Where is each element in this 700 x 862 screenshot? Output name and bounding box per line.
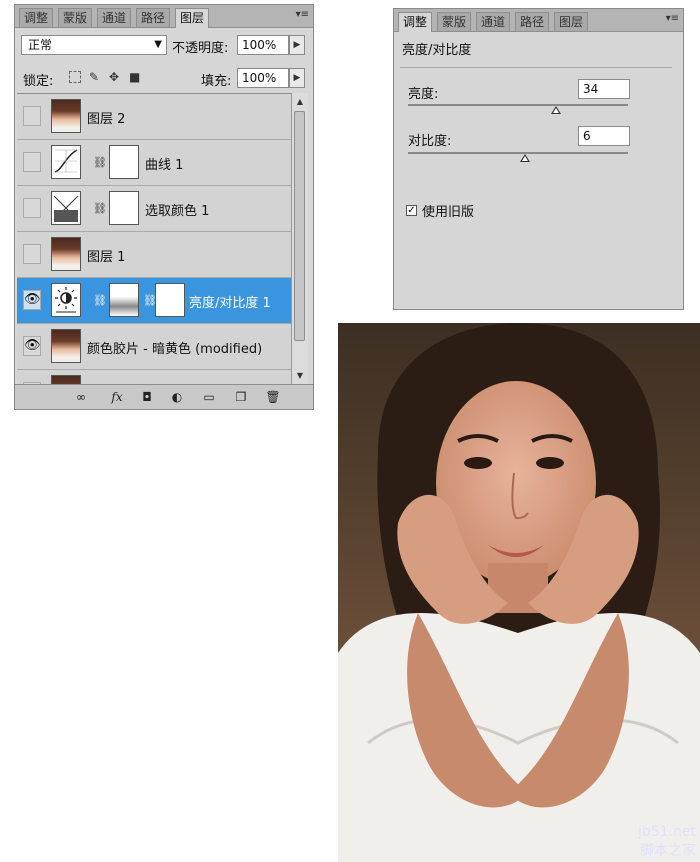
blend-mode-value: 正常 [28, 38, 53, 52]
layers-scrollbar[interactable]: ▲ ▼ [291, 93, 308, 385]
fill-label: 填充: [201, 74, 232, 89]
opacity-input[interactable]: 100% [237, 35, 289, 55]
chain-link-icon[interactable]: ⛓ [93, 202, 107, 215]
layers-tab-bar: 调整 蒙版 通道 路径 图层 ▾≡ [15, 5, 313, 28]
brightness-input[interactable]: 34 [578, 79, 630, 99]
fill-arrow-button[interactable]: ▶ [289, 68, 305, 88]
fill-input[interactable]: 100% [237, 68, 289, 88]
legacy-checkbox[interactable]: ✓ [406, 205, 417, 216]
layer-row[interactable]: 👁 颜色胶片 - 暗黄色 (modified) [17, 324, 291, 370]
lock-transparent-icon[interactable] [69, 71, 81, 83]
scroll-down-icon[interactable]: ▼ [292, 369, 308, 383]
contrast-slider[interactable] [408, 152, 628, 154]
portrait-illustration [338, 323, 700, 862]
panel-menu-icon[interactable]: ▾≡ [666, 13, 679, 24]
layers-panel: 调整 蒙版 通道 路径 图层 ▾≡ 正常 ▼ 不透明度: 100% ▶ 锁定: … [14, 4, 314, 410]
contrast-input[interactable]: 6 [578, 126, 630, 146]
brightness-icon [51, 283, 81, 317]
selective-color-icon [51, 191, 81, 225]
tab-layers[interactable]: 图层 [175, 8, 210, 28]
layer-row[interactable]: ⛓ 曲线 1 [17, 140, 291, 186]
layer-thumbnail [51, 329, 81, 363]
layer-mask-thumbnail [109, 145, 139, 179]
layer-name: 图层 1 [87, 250, 126, 265]
layers-bottom-toolbar: ∞ fx ◘ ◐ ▭ ❐ 🗑 [15, 384, 313, 409]
chain-link-icon[interactable]: ⛓ [93, 156, 107, 169]
lock-pixels-icon[interactable]: ✎ [89, 71, 101, 83]
scroll-thumb[interactable] [294, 111, 305, 341]
tab-layers[interactable]: 图层 [554, 12, 589, 31]
adjustment-title: 亮度/对比度 [402, 43, 472, 58]
eye-icon[interactable]: 👁 [23, 336, 41, 356]
visibility-toggle[interactable] [23, 152, 41, 172]
brightness-slider-thumb[interactable] [551, 106, 561, 114]
layer-name: 颜色胶片 - 暗黄色 (modified) [87, 342, 263, 357]
blend-mode-select[interactable]: 正常 ▼ [21, 35, 167, 55]
chevron-down-icon: ▼ [154, 39, 162, 50]
layers-list: 图层 2 ⛓ 曲线 1 ⛓ 选取颜色 1 图层 1 👁 ⛓ ⛓ 亮度/对比度 1… [17, 93, 291, 386]
lock-position-icon[interactable]: ✥ [109, 71, 121, 83]
add-mask-icon[interactable]: ◘ [139, 389, 155, 405]
brightness-slider[interactable] [408, 104, 628, 106]
tab-paths[interactable]: 路径 [515, 12, 550, 31]
eye-icon[interactable]: 👁 [23, 290, 41, 310]
new-layer-icon[interactable]: ❐ [233, 389, 249, 405]
tab-adjustments[interactable]: 调整 [398, 12, 433, 32]
opacity-label: 不透明度: [172, 41, 229, 56]
layer-row[interactable]: 图层 2 [17, 94, 291, 140]
layer-name: 选取颜色 1 [145, 204, 210, 219]
tab-channels[interactable]: 通道 [97, 8, 132, 27]
layer-row[interactable]: ⛓ 选取颜色 1 [17, 186, 291, 232]
opacity-arrow-button[interactable]: ▶ [289, 35, 305, 55]
tab-channels[interactable]: 通道 [476, 12, 511, 31]
layer-row-selected[interactable]: 👁 ⛓ ⛓ 亮度/对比度 1 [17, 278, 291, 324]
adjustment-layer-icon[interactable]: ◐ [169, 389, 185, 405]
layer-mask-thumbnail [109, 191, 139, 225]
layer-thumbnail [51, 237, 81, 271]
visibility-toggle[interactable] [23, 244, 41, 264]
folder-icon[interactable]: ▭ [201, 389, 217, 405]
visibility-toggle[interactable] [23, 198, 41, 218]
legacy-label: 使用旧版 [422, 205, 475, 220]
tab-masks[interactable]: 蒙版 [58, 8, 93, 27]
layer-row[interactable]: 图层 1 [17, 232, 291, 278]
layer-mask-thumbnail [155, 283, 185, 317]
layer-mask-thumbnail [109, 283, 139, 317]
link-layers-icon[interactable]: ∞ [73, 389, 89, 405]
lock-all-icon[interactable]: ■ [129, 71, 141, 83]
visibility-toggle[interactable] [23, 106, 41, 126]
tab-masks[interactable]: 蒙版 [437, 12, 472, 31]
scroll-up-icon[interactable]: ▲ [292, 95, 308, 109]
layer-name: 图层 2 [87, 112, 126, 127]
trash-icon[interactable]: 🗑 [265, 389, 281, 405]
chain-link-icon[interactable]: ⛓ [93, 294, 107, 307]
panel-menu-icon[interactable]: ▾≡ [296, 9, 309, 20]
contrast-slider-thumb[interactable] [520, 154, 530, 162]
layer-name: 曲线 1 [145, 158, 184, 173]
adjustments-tab-bar: 调整 蒙版 通道 路径 图层 ▾≡ [394, 9, 683, 32]
tab-adjustments[interactable]: 调整 [19, 8, 54, 27]
watermark-text: jb51.net 脚本之家 [637, 824, 696, 859]
fx-icon[interactable]: fx [109, 389, 125, 405]
portrait-photo: jb51.net 脚本之家 [338, 323, 700, 862]
layer-name: 亮度/对比度 1 [189, 296, 271, 311]
curves-icon [51, 145, 81, 179]
lock-label: 锁定: [23, 74, 54, 89]
adjustments-panel: 调整 蒙版 通道 路径 图层 ▾≡ 亮度/对比度 亮度: 34 对比度: 6 ✓… [393, 8, 684, 310]
divider [400, 67, 672, 68]
layer-thumbnail [51, 99, 81, 133]
contrast-label: 对比度: [408, 134, 452, 149]
tab-paths[interactable]: 路径 [136, 8, 171, 27]
brightness-label: 亮度: [408, 87, 439, 102]
